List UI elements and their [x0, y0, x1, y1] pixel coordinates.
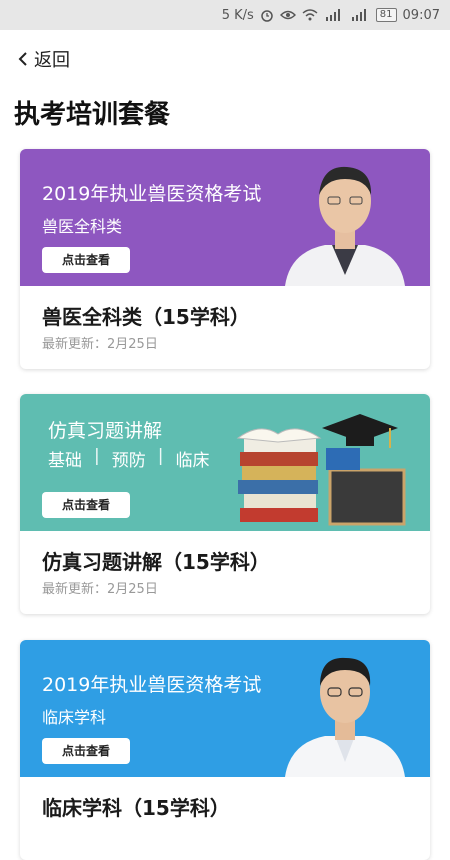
back-button[interactable]: 返回	[18, 46, 70, 72]
chevron-left-icon	[18, 52, 27, 66]
tag-clinical: 临床	[175, 451, 210, 471]
status-bar: 5 K/s 81 09:07	[0, 0, 450, 30]
package-card[interactable]: 仿真习题讲解 基础 | 预防 | 临床 点击查看 仿真习题讲解（15学科） 最新…	[20, 394, 430, 614]
view-button[interactable]: 点击查看	[42, 492, 130, 518]
banner-subtitle: 兽医全科类	[42, 217, 123, 236]
tag-basic: 基础	[48, 451, 82, 471]
eye-icon	[279, 9, 296, 21]
package-card[interactable]: 2019年执业兽医资格考试 兽医全科类 点击查看 兽医全科类（15学科） 最新更…	[20, 149, 430, 369]
books-and-cap-icon	[236, 414, 406, 526]
signal-2g-icon	[350, 9, 370, 21]
card-title: 临床学科（15学科）	[42, 796, 230, 820]
card-banner: 仿真习题讲解 基础 | 预防 | 临床 点击查看	[20, 394, 430, 531]
banner-title: 2019年执业兽医资格考试	[42, 674, 262, 696]
signal-4g-icon	[324, 9, 344, 21]
alarm-icon	[260, 8, 274, 22]
back-label: 返回	[34, 50, 70, 71]
card-title: 兽医全科类（15学科）	[42, 305, 250, 329]
wifi-icon	[302, 9, 318, 21]
banner-subtitle: 临床学科	[42, 708, 107, 727]
tag-separator: |	[94, 446, 100, 466]
tag-prevention: 预防	[111, 451, 146, 471]
package-card[interactable]: 2019年执业兽医资格考试 临床学科 点击查看 临床学科（15学科）	[20, 640, 430, 860]
card-banner: 2019年执业兽医资格考试 临床学科 点击查看	[20, 640, 430, 777]
tag-separator: |	[157, 446, 164, 466]
card-banner: 2019年执业兽医资格考试 兽医全科类 点击查看	[20, 149, 430, 286]
network-speed: 5 K/s	[221, 7, 254, 23]
view-button[interactable]: 点击查看	[42, 738, 130, 764]
card-updated: 最新更新：2月25日	[42, 582, 158, 597]
doctor-portrait-icon	[285, 166, 405, 286]
battery-icon: 81	[375, 8, 397, 22]
clock: 09:07	[402, 7, 440, 23]
doctor-portrait-icon	[285, 657, 405, 777]
card-updated: 最新更新：2月25日	[42, 337, 158, 352]
card-title: 仿真习题讲解（15学科）	[42, 550, 270, 574]
banner-title: 仿真习题讲解	[48, 420, 163, 442]
page-title: 执考培训套餐	[14, 100, 171, 130]
banner-title: 2019年执业兽医资格考试	[42, 183, 262, 205]
topic-tags: 基础 | 预防 | 临床	[48, 446, 209, 471]
view-button[interactable]: 点击查看	[42, 247, 130, 273]
